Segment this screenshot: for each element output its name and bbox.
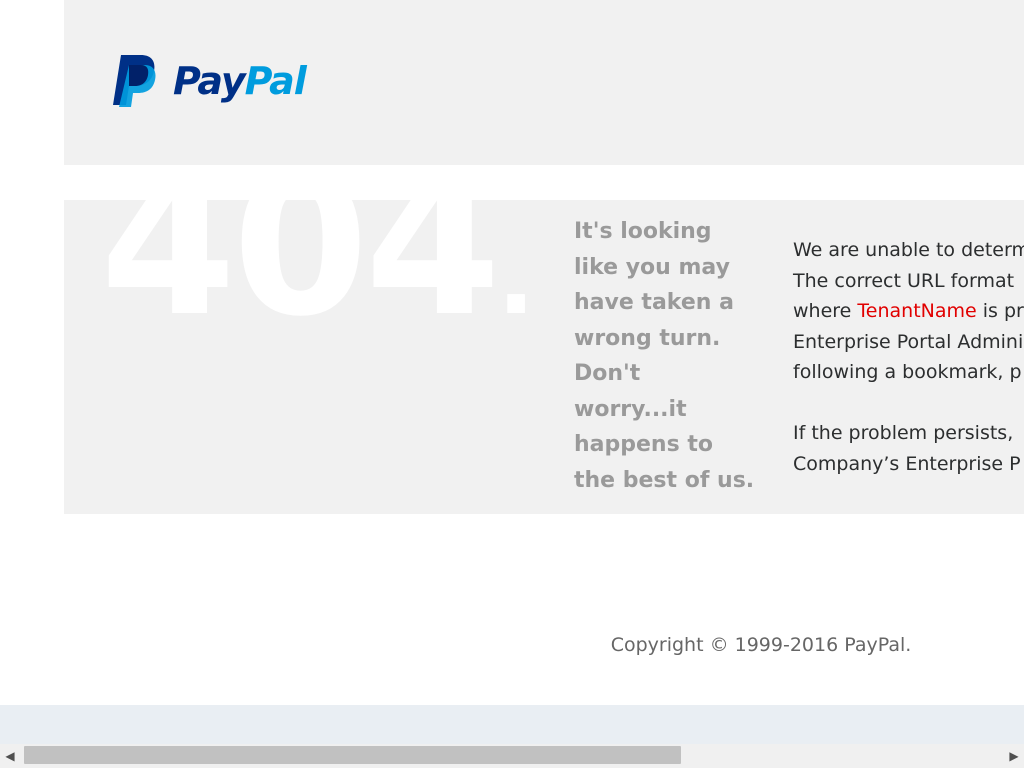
- message-line: If the problem persists,: [793, 422, 1014, 444]
- scrollbar-thumb[interactable]: [24, 746, 681, 764]
- tenant-name-highlight: TenantName: [857, 300, 977, 322]
- logo-pal: Pal: [244, 59, 307, 103]
- tagline-line: the best of us.: [574, 467, 755, 493]
- error-message: We are unable to determ The correct URL …: [793, 235, 1024, 479]
- footer-band: [0, 705, 1024, 745]
- error-panel: 404. It's looking like you may have take…: [64, 148, 1024, 514]
- message-line: following a bookmark, p: [793, 361, 1022, 383]
- error-code: 404.: [100, 148, 535, 344]
- tagline-line: worry...it: [574, 396, 687, 422]
- message-text: is pr: [976, 300, 1024, 322]
- tagline-line: happens to: [574, 432, 713, 457]
- message-line: We are unable to determ: [793, 239, 1024, 261]
- paypal-logo[interactable]: PayPal: [107, 53, 307, 109]
- tagline-line: Don't: [574, 361, 641, 386]
- paypal-p-icon: [113, 55, 156, 107]
- error-tagline: It's looking like you may have taken a w…: [574, 214, 774, 498]
- horizontal-scrollbar[interactable]: ◀ ▶: [0, 744, 1024, 768]
- tagline-line: It's looking: [574, 219, 712, 244]
- copyright-text: Copyright © 1999-2016 PayPal.: [610, 634, 912, 656]
- tagline-line: like you may: [574, 254, 730, 280]
- error-code-number: 404: [100, 132, 501, 360]
- tagline-line: have taken a: [574, 290, 734, 315]
- message-line: Enterprise Portal Admini: [793, 330, 1024, 353]
- message-line: Company’s Enterprise P: [793, 452, 1021, 475]
- message-text: where: [793, 300, 858, 322]
- browser-viewport: PayPal 404. It's looking like you may ha…: [0, 0, 1024, 768]
- error-code-dot: .: [497, 220, 536, 337]
- logo-pay: Pay: [173, 59, 246, 103]
- message-line: The correct URL format: [793, 269, 1015, 292]
- paypal-wordmark: PayPal: [173, 59, 307, 103]
- tagline-line: wrong turn.: [574, 325, 721, 351]
- scroll-left-icon[interactable]: ◀: [0, 744, 20, 768]
- message-line: where TenantName is pr: [793, 296, 1024, 327]
- scroll-right-icon[interactable]: ▶: [1004, 744, 1024, 768]
